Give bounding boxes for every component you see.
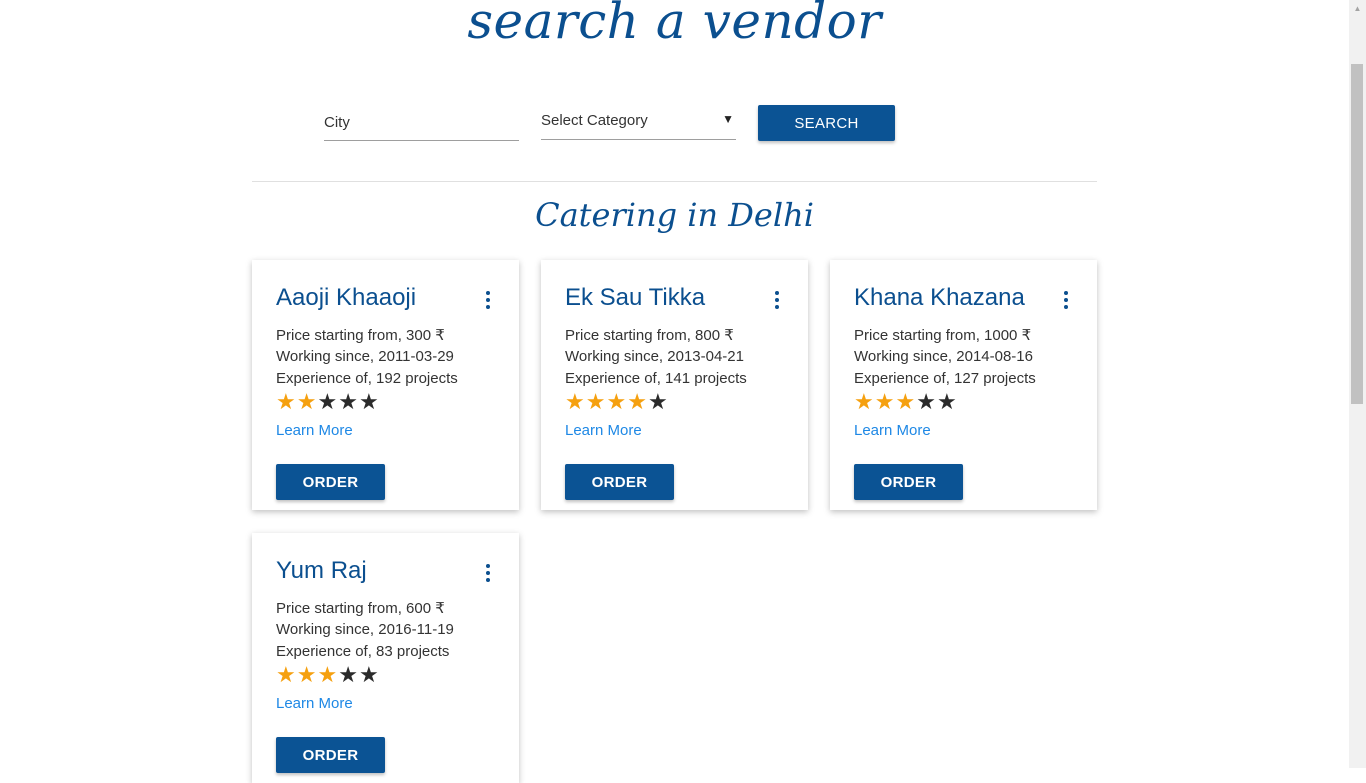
star-filled-icon: ★: [854, 389, 875, 414]
learn-more-link[interactable]: Learn More: [565, 422, 642, 439]
vertical-scrollbar[interactable]: ▲: [1349, 0, 1366, 768]
search-bar: Select Category ▼ SEARCH: [324, 100, 904, 144]
star-rating: ★★★★★: [276, 662, 380, 688]
category-select[interactable]: Select Category ▼: [541, 104, 736, 140]
star-empty-icon: ★: [916, 389, 937, 414]
page-title: search a vendor: [467, 0, 882, 50]
vendor-card: Yum Raj Price starting from, 600 ₹ Worki…: [252, 533, 519, 783]
star-filled-icon: ★: [317, 662, 339, 687]
vendor-price: Price starting from, 300 ₹: [276, 327, 445, 344]
more-vert-icon[interactable]: [774, 291, 780, 309]
star-empty-icon: ★: [358, 662, 380, 687]
search-button[interactable]: SEARCH: [758, 105, 895, 141]
city-input[interactable]: [324, 104, 519, 141]
vendor-experience: Experience of, 127 projects: [854, 370, 1036, 387]
star-rating: ★★★★★: [276, 389, 380, 415]
vendor-experience: Experience of, 83 projects: [276, 643, 450, 660]
star-empty-icon: ★: [936, 389, 958, 414]
vendor-working-since: Working since, 2016-11-19: [276, 621, 454, 638]
vendor-price: Price starting from, 600 ₹: [276, 600, 445, 617]
vendor-working-since: Working since, 2013-04-21: [565, 348, 744, 365]
vendor-name: Yum Raj: [276, 557, 367, 584]
vendor-card: Khana Khazana Price starting from, 1000 …: [830, 260, 1097, 510]
vendor-card: Ek Sau Tikka Price starting from, 800 ₹ …: [541, 260, 808, 510]
vendor-experience: Experience of, 141 projects: [565, 370, 747, 387]
star-filled-icon: ★: [296, 662, 318, 687]
learn-more-link[interactable]: Learn More: [276, 422, 353, 439]
more-vert-icon[interactable]: [485, 564, 491, 582]
category-select-value: Select Category: [541, 112, 648, 129]
star-filled-icon: ★: [606, 389, 628, 414]
star-empty-icon: ★: [317, 389, 339, 414]
vendor-name: Ek Sau Tikka: [565, 284, 706, 311]
vendor-working-since: Working since, 2011-03-29: [276, 348, 454, 365]
star-rating: ★★★★★: [854, 389, 958, 415]
scroll-up-arrow-icon[interactable]: ▲: [1349, 0, 1366, 17]
learn-more-link[interactable]: Learn More: [854, 422, 931, 439]
scroll-thumb[interactable]: [1351, 64, 1363, 404]
order-button[interactable]: ORDER: [565, 464, 674, 500]
more-vert-icon[interactable]: [485, 291, 491, 309]
divider: [252, 181, 1097, 182]
vendor-name: Khana Khazana: [854, 284, 1025, 311]
order-button[interactable]: ORDER: [854, 464, 963, 500]
star-filled-icon: ★: [296, 389, 318, 414]
star-empty-icon: ★: [338, 662, 359, 687]
section-title: Catering in Delhi: [535, 196, 814, 234]
vendor-name: Aaoji Khaaoji: [276, 284, 417, 311]
vendor-experience: Experience of, 192 projects: [276, 370, 458, 387]
star-empty-icon: ★: [338, 389, 359, 414]
order-button[interactable]: ORDER: [276, 464, 385, 500]
caret-down-icon: ▼: [722, 112, 734, 126]
star-filled-icon: ★: [895, 389, 917, 414]
star-empty-icon: ★: [647, 389, 669, 414]
learn-more-link[interactable]: Learn More: [276, 695, 353, 712]
star-filled-icon: ★: [276, 389, 297, 414]
star-rating: ★★★★★: [565, 389, 669, 415]
star-filled-icon: ★: [627, 389, 648, 414]
star-filled-icon: ★: [874, 389, 896, 414]
star-filled-icon: ★: [585, 389, 607, 414]
vendor-price: Price starting from, 800 ₹: [565, 327, 734, 344]
star-filled-icon: ★: [565, 389, 586, 414]
star-filled-icon: ★: [276, 662, 297, 687]
vendor-working-since: Working since, 2014-08-16: [854, 348, 1033, 365]
vendor-card: Aaoji Khaaoji Price starting from, 300 ₹…: [252, 260, 519, 510]
star-empty-icon: ★: [358, 389, 380, 414]
more-vert-icon[interactable]: [1063, 291, 1069, 309]
vendor-price: Price starting from, 1000 ₹: [854, 327, 1032, 344]
